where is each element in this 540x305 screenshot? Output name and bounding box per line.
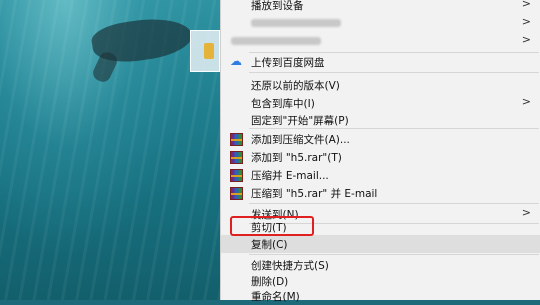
menu-item-label: 压缩并 E-mail... [251,169,329,182]
menu-item-include-in-library[interactable]: 包含到库中(I) > [221,94,540,112]
chevron-right-icon: > [521,33,531,46]
menu-item-label: 播放到设备 [251,0,304,12]
menu-item-compress-h5-and-email[interactable]: 压缩到 "h5.rar" 并 E-mail [221,184,540,202]
menu-item-compress-and-email[interactable]: 压缩并 E-mail... [221,166,540,184]
winrar-icon [230,150,243,164]
chevron-right-icon: > [521,95,531,108]
menu-item-blurred-1[interactable]: > [221,14,540,32]
context-menu: 播放到设备 > > > ☁ 上传到百度网盘 还原以前的版本(V) 包含到库中(I… [220,0,540,303]
menu-item-label: 剪切(T) [251,221,287,234]
menu-item-pin-to-start[interactable]: 固定到"开始"屏幕(P) [221,111,540,129]
winrar-icon [230,186,243,200]
menu-item-restore-versions[interactable]: 还原以前的版本(V) [221,76,540,94]
menu-item-label: 添加到 "h5.rar"(T) [251,151,342,164]
file-icon[interactable] [190,30,220,72]
baidu-cloud-icon: ☁ [230,54,242,68]
menu-item-label: 复制(C) [251,238,288,251]
menu-separator [249,254,539,255]
menu-item-cast-to-device[interactable]: 播放到设备 > [221,0,540,14]
menu-item-label: 包含到库中(I) [251,97,315,110]
menu-item-copy[interactable]: 复制(C) [221,235,540,253]
menu-item-label: 压缩到 "h5.rar" 并 E-mail [251,187,378,200]
menu-item-label: 重命名(M) [251,290,300,303]
chevron-right-icon: > [521,15,531,28]
winrar-icon [230,168,243,182]
chevron-right-icon: > [521,0,531,10]
menu-item-label: 添加到压缩文件(A)... [251,133,350,146]
menu-item-label: 固定到"开始"屏幕(P) [251,114,349,127]
winrar-icon [230,132,243,146]
menu-separator [249,203,539,204]
menu-item-label: 上传到百度网盘 [251,56,325,69]
redacted-label [231,37,321,45]
desktop-wallpaper [0,0,220,300]
menu-item-cut[interactable]: 剪切(T) [221,218,540,236]
menu-item-label: 还原以前的版本(V) [251,79,340,92]
menu-item-add-to-h5-rar[interactable]: 添加到 "h5.rar"(T) [221,148,540,166]
menu-item-rename[interactable]: 重命名(M) [221,287,540,305]
menu-separator [249,72,539,73]
menu-item-blurred-2[interactable]: > [221,32,540,50]
menu-item-label: 创建快捷方式(S) [251,259,329,272]
menu-separator [249,128,539,129]
redacted-label [251,19,341,27]
menu-item-add-to-archive[interactable]: 添加到压缩文件(A)... [221,130,540,148]
menu-item-upload-baidu[interactable]: ☁ 上传到百度网盘 [221,53,540,71]
